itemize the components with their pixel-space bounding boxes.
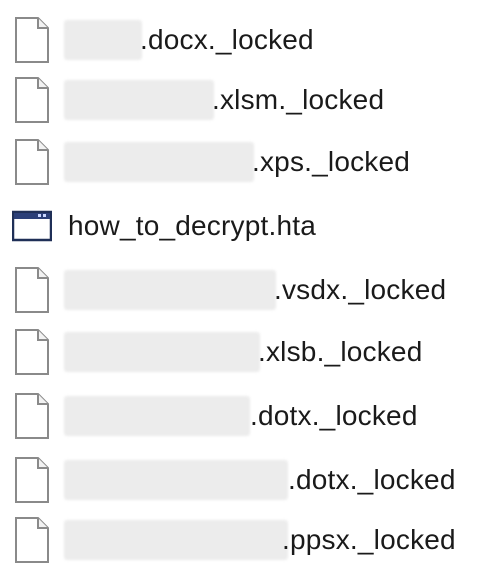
file-item[interactable]: .dotx._locked	[0, 388, 497, 444]
file-item[interactable]: .ppsx._locked	[0, 512, 497, 568]
document-icon	[12, 76, 52, 124]
document-icon	[12, 392, 52, 440]
document-icon	[12, 138, 52, 186]
file-item[interactable]: .xlsb._locked	[0, 324, 497, 380]
file-name: .xlsm._locked	[212, 84, 385, 115]
file-item[interactable]: .xlsm._locked	[0, 72, 497, 128]
document-icon	[12, 328, 52, 376]
file-name: how_to_decrypt.hta	[68, 210, 316, 241]
redacted-filename	[64, 396, 250, 436]
file-name: .dotx._locked	[288, 464, 456, 495]
file-list: .docx._locked .xlsm._locked .xps._locked	[0, 0, 497, 570]
redacted-filename	[64, 270, 276, 310]
redacted-filename	[64, 142, 254, 182]
document-icon	[12, 456, 52, 504]
file-item[interactable]: how_to_decrypt.hta	[0, 198, 497, 254]
document-icon	[12, 266, 52, 314]
window-app-icon	[12, 202, 52, 250]
redacted-filename	[64, 520, 288, 560]
file-item[interactable]: .docx._locked	[0, 12, 497, 68]
file-item[interactable]: .vsdx._locked	[0, 262, 497, 318]
file-name: .ppsx._locked	[282, 524, 456, 555]
document-icon	[12, 16, 52, 64]
redacted-filename	[64, 460, 288, 500]
redacted-filename	[64, 80, 214, 120]
file-name: .docx._locked	[140, 24, 314, 55]
file-name: .xlsb._locked	[258, 336, 423, 367]
redacted-filename	[64, 20, 142, 60]
file-name: .dotx._locked	[250, 400, 418, 431]
file-item[interactable]: .dotx._locked	[0, 452, 497, 508]
redacted-filename	[64, 332, 260, 372]
file-name: .xps._locked	[252, 146, 411, 177]
file-name: .vsdx._locked	[274, 274, 447, 305]
file-item[interactable]: .xps._locked	[0, 134, 497, 190]
document-icon	[12, 516, 52, 564]
